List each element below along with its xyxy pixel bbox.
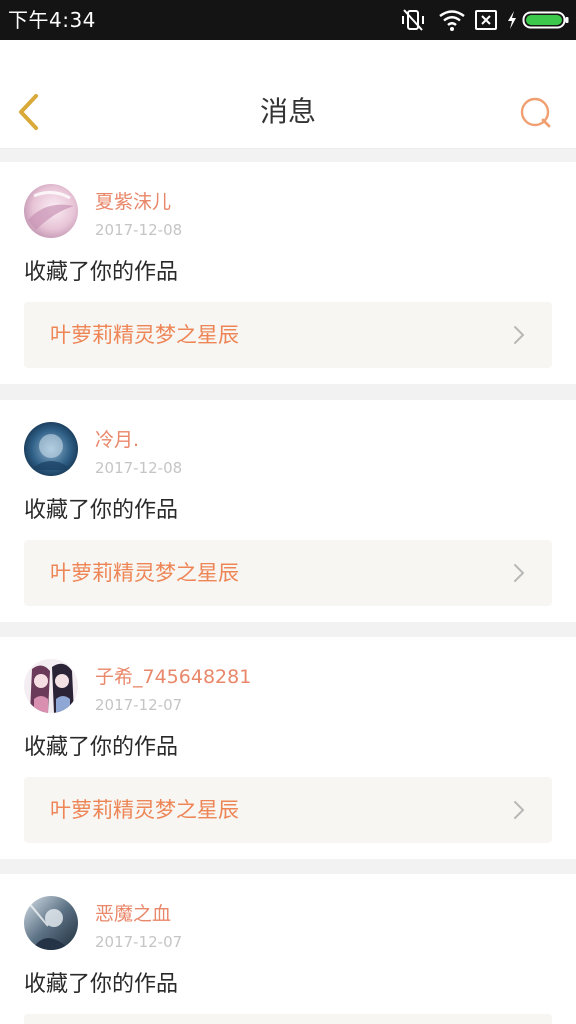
work-title: 叶萝莉精灵梦之星辰	[50, 798, 239, 822]
username[interactable]: 夏紫沫儿	[95, 190, 171, 214]
work-title: 叶萝莉精灵梦之星辰	[50, 561, 239, 585]
username[interactable]: 子希_745648281	[95, 665, 251, 689]
work-link[interactable]: 叶萝莉精灵梦之星辰	[24, 302, 552, 368]
avatar[interactable]	[24, 896, 78, 950]
status-bar: 下午4:34	[0, 0, 576, 40]
work-title: 叶萝莉精灵梦之星辰	[50, 323, 239, 347]
work-link[interactable]: 叶萝莉精灵梦之星辰	[24, 777, 552, 843]
username[interactable]: 恶魔之血	[95, 902, 171, 926]
message-card: 冷月. 2017-12-08 收藏了你的作品 叶萝莉精灵梦之星辰	[0, 400, 576, 622]
message-text: 收藏了你的作品	[24, 498, 179, 523]
message-date: 2017-12-08	[95, 221, 183, 239]
wifi-icon	[438, 8, 466, 36]
message-text: 收藏了你的作品	[24, 972, 179, 997]
message-date: 2017-12-07	[95, 696, 183, 714]
status-time: 下午4:34	[8, 8, 96, 32]
avatar[interactable]	[24, 659, 78, 713]
charging-icon	[506, 8, 518, 36]
chevron-right-icon	[514, 326, 525, 344]
vibrate-icon	[400, 8, 426, 36]
avatar[interactable]	[24, 422, 78, 476]
search-icon	[520, 97, 551, 128]
battery-icon	[522, 10, 570, 34]
chevron-right-icon	[514, 801, 525, 819]
chevron-right-icon	[514, 564, 525, 582]
message-text: 收藏了你的作品	[24, 735, 179, 760]
username[interactable]: 冷月.	[95, 428, 139, 452]
no-sim-icon	[474, 8, 498, 36]
work-link[interactable]	[24, 1014, 552, 1024]
work-link[interactable]: 叶萝莉精灵梦之星辰	[24, 540, 552, 606]
page-title: 消息	[259, 95, 316, 128]
header-bar: 消息	[0, 40, 576, 149]
message-card: 夏紫沫儿 2017-12-08 收藏了你的作品 叶萝莉精灵梦之星辰	[0, 162, 576, 384]
message-date: 2017-12-08	[95, 459, 183, 477]
avatar[interactable]	[24, 184, 78, 238]
search-button[interactable]	[516, 94, 556, 134]
message-card: 恶魔之血 2017-12-07 收藏了你的作品	[0, 874, 576, 1024]
message-date: 2017-12-07	[95, 933, 183, 951]
message-card: 子希_745648281 2017-12-07 收藏了你的作品 叶萝莉精灵梦之星…	[0, 637, 576, 859]
message-text: 收藏了你的作品	[24, 260, 179, 285]
